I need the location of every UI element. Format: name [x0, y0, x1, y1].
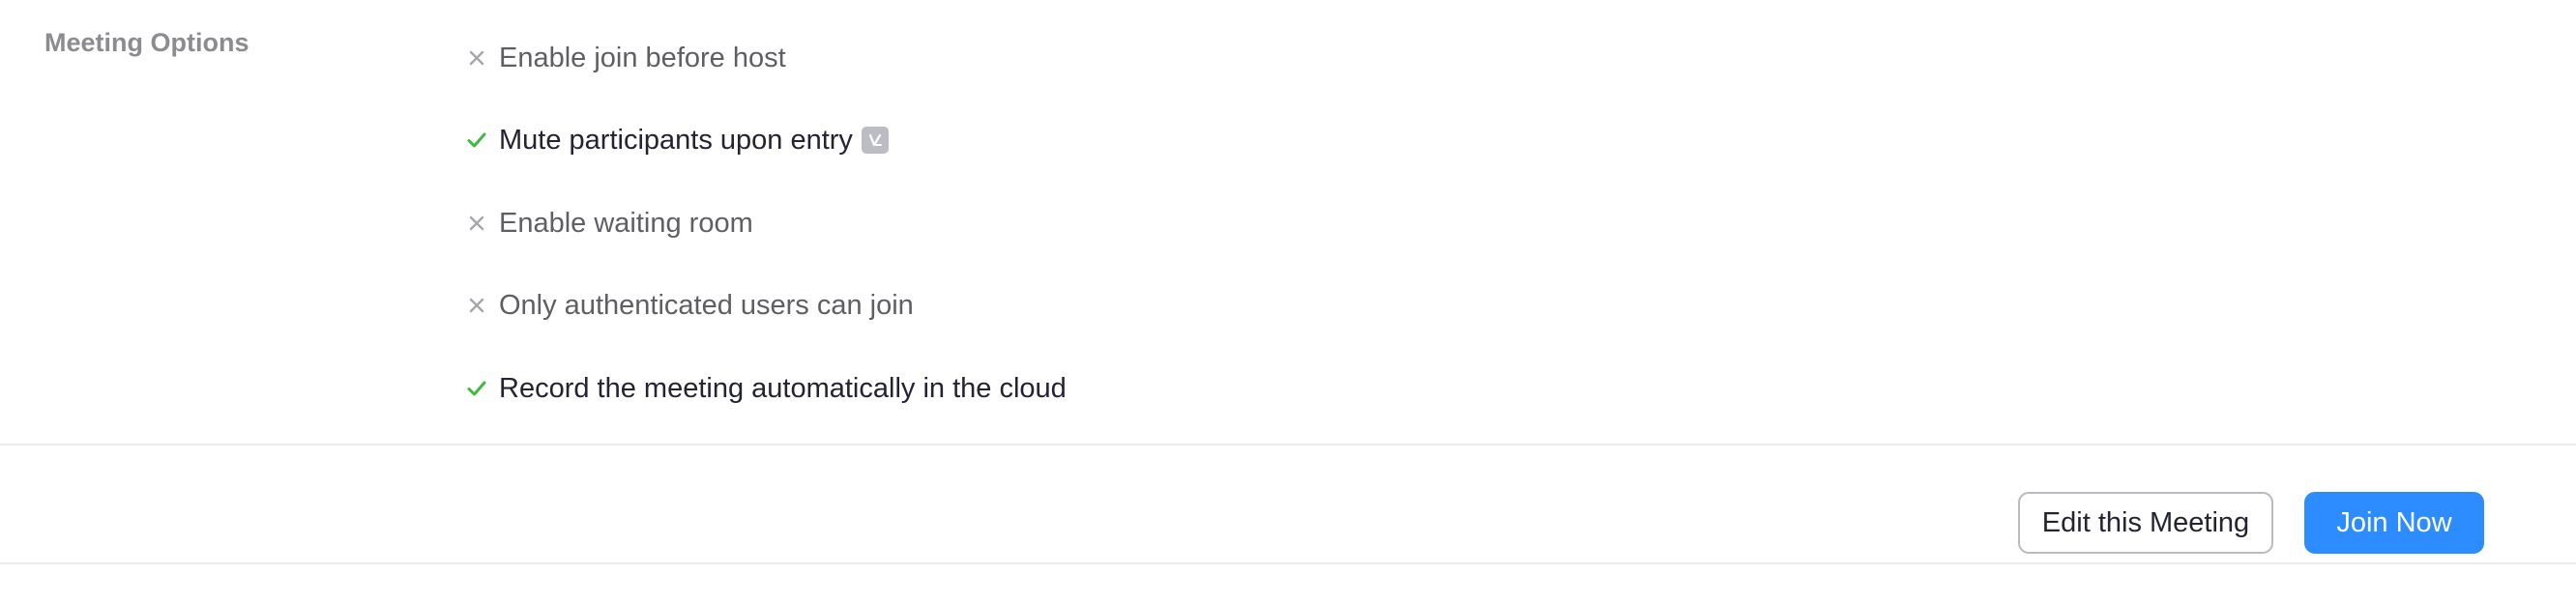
x-icon — [462, 43, 491, 72]
option-label: Mute participants upon entry — [499, 125, 853, 157]
option-waiting-room: Enable waiting room — [462, 182, 1067, 265]
option-label: Record the meeting automatically in the … — [499, 372, 1067, 404]
meeting-options-list: Enable join before host Mute participant… — [462, 37, 1067, 450]
info-badge-icon[interactable] — [861, 127, 889, 155]
check-icon — [462, 374, 491, 403]
option-mute-participants: Mute participants upon entry — [462, 100, 1067, 183]
option-join-before-host: Enable join before host — [462, 16, 1067, 100]
edit-meeting-button[interactable]: Edit this Meeting — [2018, 492, 2273, 554]
option-label: Only authenticated users can join — [499, 290, 914, 322]
meeting-options-label: Meeting Options — [44, 28, 249, 57]
join-now-button[interactable]: Join Now — [2304, 492, 2484, 554]
check-icon — [462, 126, 491, 155]
divider — [0, 562, 2576, 564]
option-cloud-recording: Record the meeting automatically in the … — [462, 347, 1067, 430]
option-authenticated-users: Only authenticated users can join — [462, 265, 1067, 348]
x-icon — [462, 209, 491, 238]
option-label: Enable waiting room — [499, 207, 753, 239]
x-icon — [462, 291, 491, 320]
option-label: Enable join before host — [499, 42, 786, 73]
divider — [0, 444, 2576, 445]
